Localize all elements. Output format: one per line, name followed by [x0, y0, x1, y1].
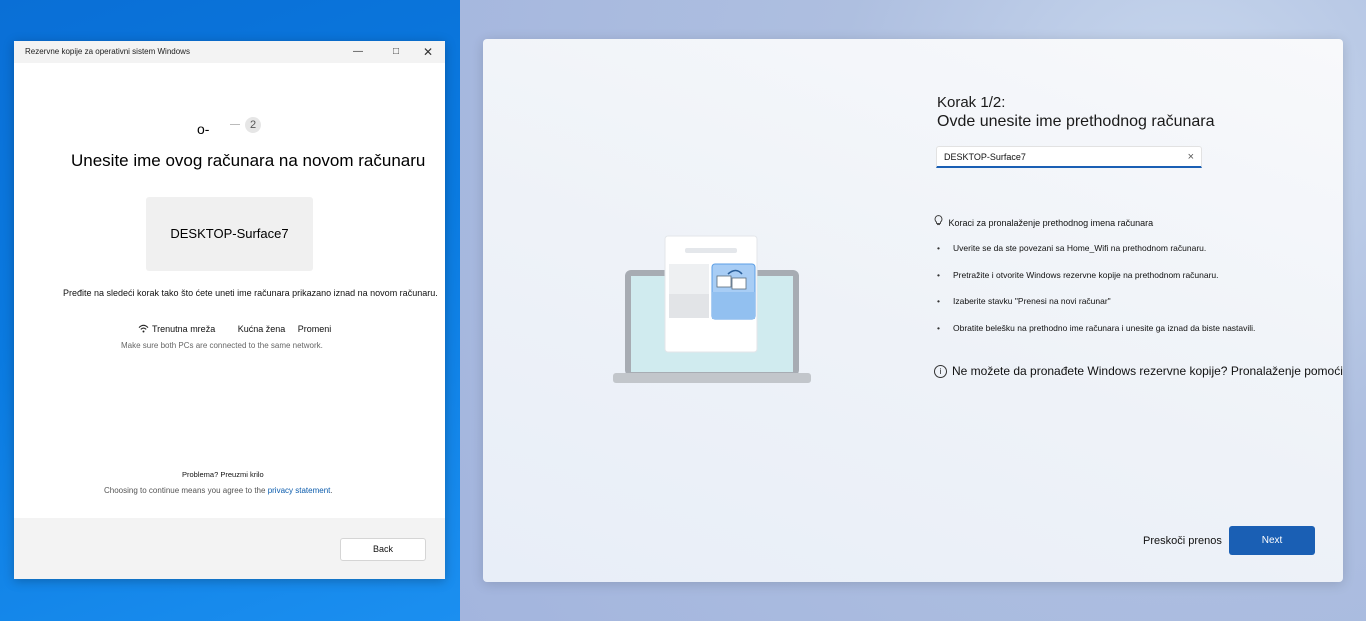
network-label: Trenutna mreža: [152, 324, 216, 334]
tip-text: Obratite belešku na prethodno ime računa…: [953, 323, 1256, 333]
tip-item: • Obratite belešku na prethodno ime račun…: [937, 323, 1255, 333]
footer-bar: Back: [14, 518, 445, 579]
help-link[interactable]: i Ne možete da pronađete Windows rezervne…: [934, 364, 1343, 378]
transfer-dialog: Korak 1/2: Ovde unesite ime prethodnog r…: [483, 39, 1343, 582]
consent-prefix: Choosing to continue means you agree to …: [104, 486, 266, 495]
step-current: o-: [197, 121, 210, 137]
tip-text: Uverite se da ste povezani sa Home_Wifi …: [953, 243, 1207, 253]
dialog-heading: Ovde unesite ime prethodnog računara: [937, 113, 1215, 130]
maximize-button[interactable]: □: [387, 44, 405, 60]
tip-item: • Pretražite i otvorite Windows rezervne …: [937, 270, 1219, 280]
minimize-button[interactable]: —: [349, 44, 367, 60]
step-label: Korak 1/2:: [937, 94, 1006, 111]
close-button[interactable]: ✕: [419, 44, 437, 60]
minimize-icon: —: [353, 46, 363, 57]
lightbulb-icon: [934, 215, 946, 229]
tips-header: Koraci za pronalaženje prethodnog imena …: [934, 215, 1153, 229]
bullet: •: [937, 296, 940, 306]
close-icon: ✕: [422, 45, 434, 59]
consent-suffix: .: [330, 486, 333, 495]
next-button[interactable]: Next: [1229, 526, 1315, 555]
bullet: •: [937, 323, 940, 333]
tip-item: • Uverite se da ste povezani sa Home_Wifi…: [937, 243, 1206, 253]
instruction-text: Pređite na sledeći korak tako što ćete u…: [63, 288, 438, 298]
tip-item: • Izaberite stavku "Prenesi na novi račun…: [937, 296, 1111, 306]
consent-text: Choosing to continue means you agree to …: [104, 486, 333, 495]
skip-transfer-link[interactable]: Preskoči prenos: [1143, 535, 1222, 547]
privacy-statement-link[interactable]: privacy statement: [268, 486, 331, 495]
backup-window: Rezervne kopije za operativni sistem Win…: [14, 41, 445, 579]
back-button[interactable]: Back: [340, 538, 426, 561]
step-connector: [230, 124, 240, 125]
bullet: •: [937, 270, 940, 280]
window-title: Rezervne kopije za operativni sistem Win…: [25, 47, 190, 56]
help-text[interactable]: Ne možete da pronađete Windows rezervne …: [952, 364, 1343, 378]
pc-name-display: DESKTOP-Surface7: [146, 197, 313, 271]
laptop-illustration: [613, 235, 811, 383]
network-row: Trenutna mreža Kućna žena Promeni: [138, 324, 341, 334]
network-name: Kućna žena: [237, 324, 286, 334]
network-note: Make sure both PCs are connected to the …: [121, 341, 323, 350]
bullet: •: [937, 243, 940, 253]
maximize-icon: □: [392, 46, 400, 57]
title-bar[interactable]: Rezervne kopije za operativni sistem Win…: [14, 41, 445, 63]
problem-text[interactable]: Problema? Preuzmi krilo: [182, 470, 264, 479]
previous-pc-name-input[interactable]: [944, 150, 1174, 164]
tips-header-text: Koraci za pronalaženje prethodnog imena …: [948, 218, 1154, 228]
clear-icon[interactable]: ×: [1188, 150, 1194, 164]
tip-text: Pretražite i otvorite Windows rezervne k…: [953, 270, 1219, 280]
info-icon: i: [934, 365, 947, 378]
network-label-group: Trenutna mreža: [138, 324, 228, 334]
tip-text: Izaberite stavku "Prenesi na novi računa…: [953, 296, 1111, 306]
wifi-icon: [138, 324, 149, 333]
page-title: Unesite ime ovog računara na novom račun…: [71, 151, 426, 170]
change-network-link[interactable]: Promeni: [298, 324, 332, 334]
previous-pc-name-field[interactable]: ×: [936, 146, 1202, 168]
step-next: 2: [245, 117, 261, 133]
